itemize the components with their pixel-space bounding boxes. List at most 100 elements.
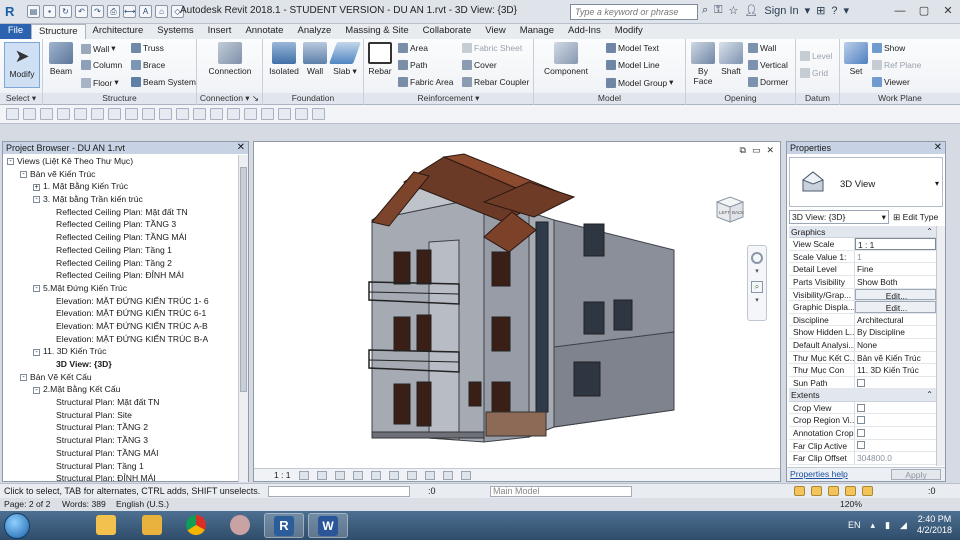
language-indicator[interactable]: EN	[848, 520, 861, 530]
minimize-icon[interactable]: —	[888, 0, 912, 22]
thin-lines-icon[interactable]	[244, 108, 257, 120]
drawing-area[interactable]: ⧉ ▭ ✕ LEFT BACK ▾ ⌕ ▾ 1: 1	[253, 141, 781, 482]
split-icon[interactable]	[159, 108, 172, 120]
tree-item[interactable]: -11. 3D Kiến Trúc	[3, 345, 239, 358]
model-text-button[interactable]: Model Text	[606, 43, 659, 53]
close-icon[interactable]: ✕	[934, 142, 942, 154]
select-links-icon[interactable]	[794, 486, 805, 496]
help-icon[interactable]: ?	[831, 5, 837, 17]
filter-count[interactable]: :0	[928, 484, 936, 498]
property-value[interactable]: Show Both	[855, 276, 936, 288]
measure-icon[interactable]: ⟷	[123, 5, 136, 18]
tree-item[interactable]: Reflected Ceiling Plan: Tầng 2	[3, 257, 239, 270]
property-value[interactable]: 304800.0	[855, 452, 936, 464]
connection-panel-label[interactable]: Connection ▾ ↘	[197, 93, 262, 104]
tree-item[interactable]: Reflected Ceiling Plan: TẦNG 3	[3, 218, 239, 231]
tree-item[interactable]: Structural Plan: TẦNG 2	[3, 421, 239, 434]
path-reinforcement-button[interactable]: Path	[398, 60, 428, 70]
favorites-star-icon[interactable]: ☆	[729, 4, 739, 17]
open-icon[interactable]: ▤	[27, 5, 40, 18]
property-value[interactable]: 1	[855, 251, 936, 263]
collapse-icon[interactable]: -	[33, 196, 40, 204]
checkbox[interactable]	[857, 416, 865, 425]
select-panel-label[interactable]: Select ▾	[0, 93, 42, 104]
browser-scrollbar[interactable]	[238, 155, 248, 482]
sun-path-icon[interactable]	[334, 470, 345, 480]
property-value[interactable]: Edit...	[855, 288, 936, 301]
reinforcement-panel-label[interactable]: Reinforcement ▾	[364, 93, 533, 104]
tree-item[interactable]: Structural Plan: Mặt đất TN	[3, 396, 239, 409]
tree-item[interactable]: Elevation: MẶT ĐỨNG KIẾN TRÚC A-B	[3, 320, 239, 333]
tree-item[interactable]: Reflected Ceiling Plan: Tầng 1	[3, 244, 239, 257]
user-interface-icon[interactable]	[312, 108, 325, 120]
undo-icon[interactable]: ↶	[75, 5, 88, 18]
by-face-button[interactable]: By Face	[690, 42, 716, 86]
collapse-section-icon[interactable]: ⌃	[926, 226, 933, 238]
tab-manage[interactable]: Manage	[513, 24, 561, 39]
checkbox[interactable]	[857, 403, 865, 412]
shadows-icon[interactable]	[352, 470, 363, 480]
property-value[interactable]: Edit...	[855, 301, 936, 313]
property-value[interactable]	[855, 427, 936, 439]
floor-button[interactable]: Floor ▾	[81, 77, 119, 88]
select-pinned-icon[interactable]	[828, 486, 839, 496]
workset-field[interactable]	[268, 486, 410, 497]
sync-icon[interactable]: ↻	[59, 5, 72, 18]
mirror-icon[interactable]	[74, 108, 87, 120]
steering-wheel-icon[interactable]	[751, 252, 763, 264]
drag-elements-icon[interactable]	[862, 486, 873, 496]
area-reinforcement-button[interactable]: Area	[398, 43, 428, 53]
page-indicator[interactable]: Page: 2 of 2	[4, 498, 50, 510]
maximize-icon[interactable]: ▢	[912, 0, 936, 22]
switch-windows-icon[interactable]	[278, 108, 291, 120]
volume-icon[interactable]: ◢	[900, 520, 907, 531]
copy-icon[interactable]	[108, 108, 121, 120]
tree-item[interactable]: 3D View: {3D}	[3, 358, 239, 371]
3d-view-icon[interactable]: ⌂	[155, 5, 168, 18]
tab-systems[interactable]: Systems	[150, 24, 200, 39]
dropdown-arrow-icon[interactable]: ▾	[805, 4, 811, 17]
checkbox[interactable]	[857, 378, 865, 387]
tab-collaborate[interactable]: Collaborate	[416, 24, 479, 39]
component-button[interactable]: Component	[540, 42, 592, 76]
tree-item[interactable]: -2.Mặt Bằng Kết Cấu	[3, 383, 239, 396]
expand-icon[interactable]: +	[33, 183, 40, 191]
rebar-button[interactable]: Rebar	[366, 42, 394, 76]
level-button[interactable]: Level	[800, 51, 832, 61]
select-links-icon[interactable]	[23, 108, 36, 120]
zoom-icon[interactable]: ⌕	[751, 281, 763, 293]
property-value[interactable]	[855, 377, 936, 389]
help-dropdown-icon[interactable]: ▾	[844, 4, 850, 17]
design-option-field[interactable]: Main Model	[490, 486, 632, 497]
tab-insert[interactable]: Insert	[201, 24, 239, 39]
property-value[interactable]: 11. 3D Kiến Trúc	[855, 364, 936, 376]
isolated-foundation-button[interactable]: Isolated	[269, 42, 299, 76]
property-value[interactable]: None	[855, 339, 936, 351]
connection-button[interactable]: Connection	[207, 42, 253, 76]
close-hidden-icon[interactable]	[261, 108, 274, 120]
subscription-icon[interactable]: ⚿	[714, 4, 722, 17]
tree-item[interactable]: Elevation: MẶT ĐỨNG KIẾN TRÚC 6-1	[3, 307, 239, 320]
tree-item[interactable]: - Bản vẽ Kiến Trúc	[3, 168, 239, 181]
save-icon[interactable]: ▪	[43, 5, 56, 18]
task-app[interactable]	[220, 513, 260, 538]
model-line-button[interactable]: Model Line	[606, 60, 660, 70]
tree-item[interactable]: - Views (Liệt Kê Theo Thư Mục)	[3, 155, 239, 168]
rotate-icon[interactable]	[125, 108, 138, 120]
start-button-icon[interactable]	[4, 513, 30, 539]
tree-item[interactable]: Elevation: MẶT ĐỨNG KIẾN TRÚC B-A	[3, 333, 239, 346]
vertical-opening-button[interactable]: Vertical	[748, 60, 788, 70]
show-crop-icon[interactable]	[406, 470, 417, 480]
array-icon[interactable]	[176, 108, 189, 120]
grid-button[interactable]: Grid	[800, 68, 828, 78]
user-icon[interactable]: 👤︎	[744, 4, 758, 17]
properties-scrollbar[interactable]	[936, 226, 945, 466]
model-group-button[interactable]: Model Group ▾	[606, 77, 673, 88]
tray-expand-icon[interactable]: ▴	[871, 520, 876, 531]
dormer-button[interactable]: Dormer	[748, 77, 788, 87]
edit-type-button[interactable]: ⊞ Edit Type	[893, 210, 938, 224]
delete-icon[interactable]	[227, 108, 240, 120]
checkbox[interactable]	[857, 428, 865, 437]
set-work-plane-button[interactable]: Set	[844, 42, 868, 76]
tree-item[interactable]: Structural Plan: ĐỈNH MÁI	[3, 472, 239, 482]
